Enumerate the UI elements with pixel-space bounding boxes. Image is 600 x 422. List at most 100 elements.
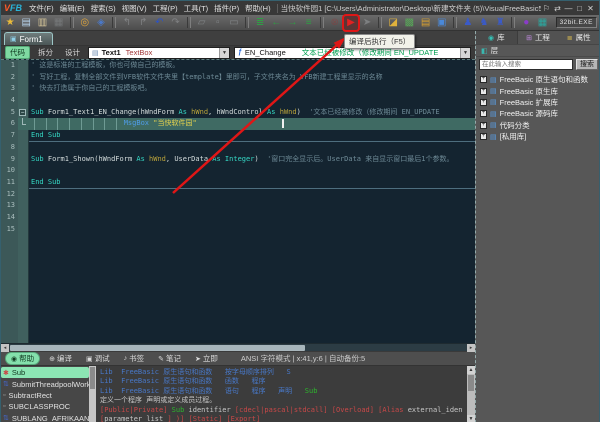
menu-item-file[interactable]: 文件(F) — [26, 3, 57, 14]
split-view-button[interactable]: 拆分 — [34, 46, 57, 59]
keyword-list-item[interactable]: ▫SUBCLASSPROC — [1, 401, 89, 412]
scroll-right-icon[interactable]: ▸ — [467, 344, 475, 352]
fold-column — [18, 177, 29, 189]
code-editor[interactable]: 1' 这是标准的工程模板，你也可做自己的模板。2' 写好工程，复制全部文件到VF… — [1, 59, 475, 343]
resource-folder-icon[interactable]: ◪ — [386, 16, 400, 30]
library-file-icon: ▤ — [490, 133, 497, 141]
expand-plus-icon[interactable]: + — [480, 88, 487, 95]
object-selector-combo[interactable]: ▤ Text1 TextBox ▼ — [88, 47, 230, 59]
compile-icon: ⊕ — [49, 355, 55, 363]
scrollbar-thumb[interactable] — [10, 345, 305, 351]
favorites-icon[interactable]: ★ — [3, 16, 17, 30]
undo-icon[interactable]: ↶ — [152, 16, 166, 30]
expand-plus-icon[interactable]: + — [480, 122, 487, 129]
outdent-icon[interactable]: ← — [269, 16, 283, 30]
message-icon[interactable]: ▣ — [435, 16, 449, 30]
bookmark-icon: ♪ — [124, 355, 128, 362]
keyword-label: Sub — [12, 368, 25, 377]
keyword-label: SubmitThreadpoolWork — [12, 380, 89, 389]
scroll-left-icon[interactable]: ◂ — [1, 344, 9, 352]
menu-item-edit[interactable]: 编辑(E) — [57, 3, 88, 14]
user-tool-icon-1[interactable]: ♟ — [461, 16, 475, 30]
layout-icon[interactable]: ⇄ — [552, 2, 563, 15]
theme-ball-icon[interactable]: ● — [519, 16, 533, 30]
user-tool-icon-2[interactable]: ♞ — [477, 16, 491, 30]
panel-tab-library[interactable]: ◉库 — [476, 31, 518, 44]
expand-plus-icon[interactable]: + — [480, 76, 487, 83]
help-book-icon[interactable]: ▤ — [418, 16, 432, 30]
keyword-list-item[interactable]: ✱Sub — [1, 367, 89, 378]
code-line: 6 MsgBox "当快软件园" — [1, 118, 475, 130]
fold-column — [18, 224, 29, 236]
code-segment: Form1_Text1_EN_Change( — [48, 108, 141, 116]
menu-item-help[interactable]: 帮助(H) — [242, 3, 273, 14]
bottom-tab-help[interactable]: ◉帮助 — [5, 352, 40, 365]
maximize-icon[interactable]: □ — [574, 2, 585, 15]
bottom-tab-notes[interactable]: ✎笔记 — [153, 352, 186, 365]
bottom-tab-bar: ◉帮助⊕编译▣调试♪书签✎笔记➤立即ANSI 字符模式 | x:41,y:6 |… — [1, 351, 475, 365]
image-manager-icon[interactable]: ▩ — [402, 16, 416, 30]
help-scrollbar[interactable]: ▲ ▼ — [467, 366, 475, 422]
menu-item-view[interactable]: 视图(V) — [119, 3, 150, 14]
code-view-button[interactable]: 代码 — [5, 46, 30, 59]
grid-icon[interactable]: ▦ — [535, 16, 549, 30]
design-view-button[interactable]: 设计 — [61, 46, 84, 59]
line-number: 1 — [1, 60, 18, 72]
bottom-tab-bookmark[interactable]: ♪书签 — [119, 352, 150, 365]
indent-icon[interactable]: → — [285, 16, 299, 30]
help-text-segment: Lib FreeBasic 原生语句和函数 语句 程序 声明 — [100, 387, 305, 395]
bottom-tab-debug[interactable]: ▣调试 — [81, 352, 115, 365]
menu-item-plugins[interactable]: 插件(P) — [211, 3, 242, 14]
panel-tab-properties[interactable]: ≣属性 — [558, 31, 599, 44]
library-tree-item[interactable]: +▤FreeBasic 源码库 — [476, 108, 599, 119]
fold-collapse-icon[interactable]: − — [19, 109, 26, 116]
search-icon[interactable]: ◎ — [78, 16, 92, 30]
scroll-down-icon[interactable]: ▼ — [467, 415, 475, 422]
new-file-icon[interactable]: ▤ — [19, 16, 33, 30]
library-tree-item[interactable]: +▤FreeBasic 原生库 — [476, 85, 599, 96]
close-icon[interactable]: ✕ — [585, 2, 596, 15]
keyword-list-item[interactable]: ▫SubtractRect — [1, 390, 89, 401]
expand-plus-icon[interactable]: + — [480, 133, 487, 140]
library-tree-item[interactable]: +▤[私用库] — [476, 131, 599, 142]
open-file-icon[interactable]: ▥ — [35, 16, 49, 30]
library-tree-item[interactable]: +▤FreeBasic 扩展库 — [476, 97, 599, 108]
search-button[interactable]: 搜索 — [576, 59, 598, 70]
line-number: 10 — [1, 165, 18, 177]
tab-form1[interactable]: ▣ Form1 — [4, 32, 53, 45]
chevron-down-icon[interactable]: ▼ — [219, 48, 229, 58]
expand-plus-icon[interactable]: + — [480, 110, 487, 117]
bottom-tab-compile[interactable]: ⊕编译 — [44, 352, 77, 365]
comment-icon[interactable]: ≣ — [253, 16, 267, 30]
help-text-segment: Lib FreeBasic 原生语句和函数 按字母顺序排列 S — [100, 368, 291, 376]
library-tree-label: [私用库] — [500, 131, 527, 142]
feedback-icon[interactable]: ⚐ — [541, 2, 552, 15]
chevron-down-icon[interactable]: ▼ — [460, 48, 470, 58]
help-text-line: [Public|Private] Sub identifier [cdecl|p… — [100, 406, 463, 415]
layer-icon: ◧ — [481, 47, 488, 55]
bottom-tab-immediate[interactable]: ➤立即 — [190, 352, 223, 365]
panel-tab-project[interactable]: ⊞工程 — [518, 31, 559, 44]
run-compile-icon[interactable]: ▶ — [344, 16, 358, 30]
scrollbar-thumb[interactable] — [468, 375, 474, 391]
user-tool-icon-3[interactable]: ♜ — [493, 16, 507, 30]
library-tree-item[interactable]: +▤FreeBasic 原生语句和函数 — [476, 74, 599, 85]
scrollbar-thumb[interactable] — [90, 367, 95, 389]
keyword-list-scrollbar[interactable] — [89, 366, 96, 422]
minimize-icon[interactable]: — — [563, 2, 574, 15]
expand-plus-icon[interactable]: + — [480, 99, 487, 106]
replace-icon[interactable]: ◈ — [94, 16, 108, 30]
scroll-up-icon[interactable]: ▲ — [467, 366, 475, 374]
menu-item-search[interactable]: 搜索(S) — [88, 3, 119, 14]
editor-horizontal-scrollbar[interactable]: ◂ ▸ — [1, 343, 475, 351]
toolbar-separator — [245, 17, 249, 28]
indent-guide — [93, 118, 94, 130]
keyword-list-item[interactable]: ⇅SubmitThreadpoolWork — [1, 378, 89, 389]
menu-item-project[interactable]: 工程(P) — [150, 3, 181, 14]
library-tree-item[interactable]: +▤代码分类 — [476, 120, 599, 131]
menu-item-tools[interactable]: 工具(T) — [181, 3, 212, 14]
search-input[interactable] — [479, 59, 573, 70]
format-icon[interactable]: ≡ — [302, 16, 316, 30]
run-button-tooltip: 编译后执行（F5） — [344, 34, 415, 49]
keyword-list-item[interactable]: ⇅SUBLANG_AFRIKAANS_S — [1, 413, 89, 422]
